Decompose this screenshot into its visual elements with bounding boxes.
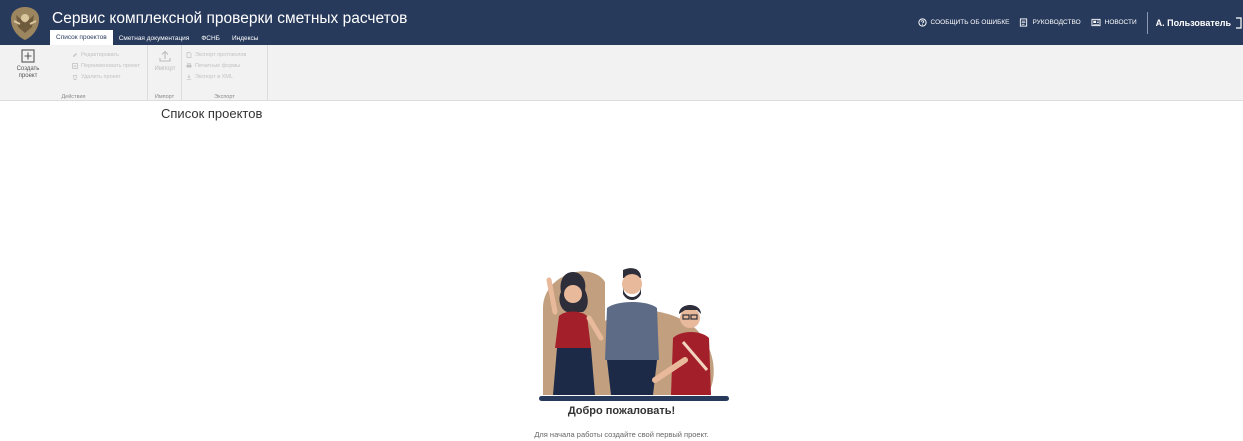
export-protocols-button[interactable]: Экспорт протоколов xyxy=(186,52,246,58)
user-menu[interactable]: А. Пользователь xyxy=(1155,16,1243,29)
welcome-illustration xyxy=(539,268,729,401)
delete-project-button[interactable]: Удалить проект xyxy=(72,74,121,80)
create-project-button[interactable]: Создать проект xyxy=(10,49,46,80)
toolbar-ribbon: Создать проект Редактировать Переименова… xyxy=(0,45,1243,101)
app-title: Сервис комплексной проверки сметных расч… xyxy=(52,10,408,27)
app-header: Сервис комплексной проверки сметных расч… xyxy=(0,0,1243,45)
edit-label: Редактировать xyxy=(81,52,119,58)
actions-caption: Действия xyxy=(61,94,86,100)
welcome-heading: Добро пожаловать! xyxy=(567,405,676,417)
tab-fsnb[interactable]: ФСНБ xyxy=(195,32,226,45)
trash-icon xyxy=(73,75,77,80)
report-error-link[interactable]: СООБЩИТЬ ОБ ОШИБКЕ xyxy=(917,18,1010,27)
guide-label: РУКОВОДСТВО xyxy=(1032,19,1081,26)
header-actions: СООБЩИТЬ ОБ ОШИБКЕ РУКОВОДСТВО НОВОСТИ А… xyxy=(917,0,1243,45)
export-caption: Экспорт xyxy=(214,94,235,100)
print-forms-button[interactable]: Печатные формы xyxy=(186,63,240,69)
news-label: НОВОСТИ xyxy=(1104,19,1137,26)
user-name: А. Пользователь xyxy=(1155,17,1231,28)
rename-icon xyxy=(72,63,78,69)
help-circle-icon xyxy=(917,18,927,27)
plus-square-icon xyxy=(21,49,35,63)
upload-icon xyxy=(159,50,171,62)
edit-button[interactable]: Редактировать xyxy=(72,52,119,58)
guide-link[interactable]: РУКОВОДСТВО xyxy=(1019,18,1081,27)
import-button[interactable]: Импорт xyxy=(150,49,180,73)
import-label: Импорт xyxy=(154,66,176,72)
tab-estimate-docs[interactable]: Сметная документация xyxy=(113,32,196,45)
delete-project-label: Удалить проект xyxy=(81,74,121,80)
file-icon xyxy=(186,52,192,58)
export-xml-label: Экспорт в XML xyxy=(195,74,233,80)
rename-project-label: Переименовать проект xyxy=(81,63,140,69)
rename-project-button[interactable]: Переименовать проект xyxy=(72,63,140,69)
print-forms-label: Печатные формы xyxy=(195,63,241,69)
news-icon xyxy=(1091,18,1101,27)
tab-indexes[interactable]: Индексы xyxy=(226,32,265,45)
logout-icon[interactable] xyxy=(1235,16,1243,29)
main-tabs: Список проектов Сметная документация ФСН… xyxy=(50,30,264,45)
download-icon xyxy=(186,74,192,80)
import-caption: Импорт xyxy=(154,94,175,100)
report-error-label: СООБЩИТЬ ОБ ОШИБКЕ xyxy=(930,19,1010,26)
tab-project-list[interactable]: Список проектов xyxy=(50,30,113,45)
ribbon-group-export: Экспорт протоколов Печатные формы Экспор… xyxy=(182,45,268,101)
export-protocols-label: Экспорт протоколов xyxy=(195,52,247,58)
create-project-label: Создать проект xyxy=(16,66,40,79)
printer-icon xyxy=(186,63,192,68)
export-xml-button[interactable]: Экспорт в XML xyxy=(186,74,233,80)
logo-emblem-icon xyxy=(11,7,39,40)
page-title: Список проектов xyxy=(161,106,263,121)
welcome-hint: Для начала работы создайте свой первый п… xyxy=(534,430,709,439)
ribbon-group-import: Импорт Импорт xyxy=(148,45,182,101)
ribbon-group-actions: Создать проект Редактировать Переименова… xyxy=(0,45,148,101)
header-divider xyxy=(1146,11,1148,34)
news-link[interactable]: НОВОСТИ xyxy=(1091,18,1137,27)
pencil-icon xyxy=(73,53,77,57)
document-icon xyxy=(1020,18,1028,27)
